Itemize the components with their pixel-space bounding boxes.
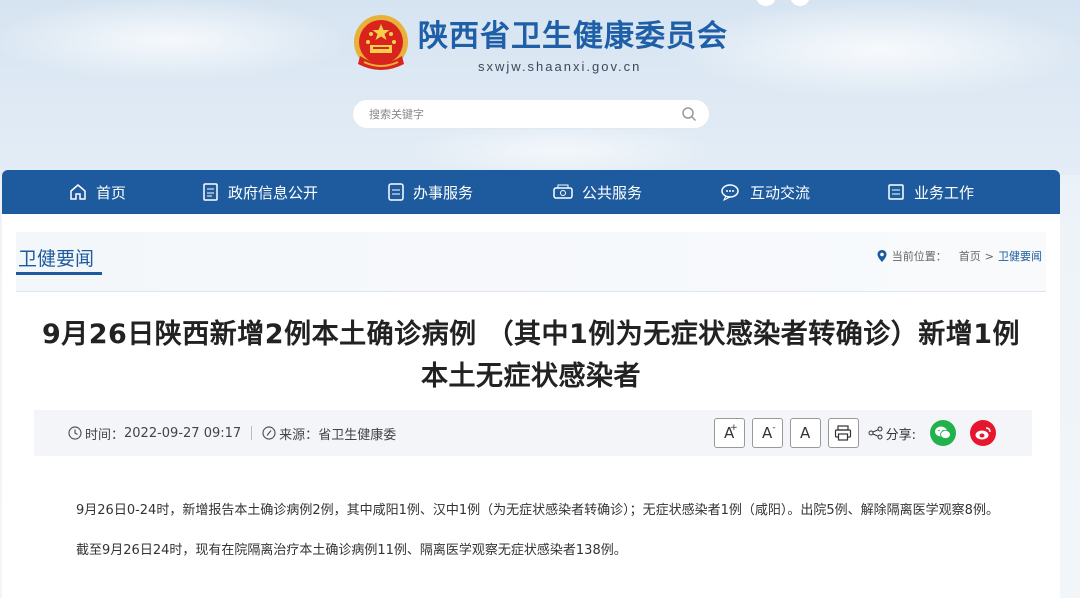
nav-label: 公共服务 [582, 183, 643, 202]
weibo-icon [975, 427, 991, 440]
nav-item-interaction[interactable]: 互动交流 [720, 170, 810, 214]
font-size-increase-button[interactable]: A + [713, 418, 745, 448]
top-decoration [756, 0, 810, 6]
breadcrumb-current-link[interactable]: 卫健要闻 [998, 248, 1042, 264]
breadcrumb-prefix: 当前位置： [891, 250, 947, 263]
font-size-decrease-button[interactable]: A- [751, 418, 783, 448]
nav-label: 互动交流 [750, 183, 811, 202]
time-label: 时间： [85, 427, 125, 443]
source-value: 省卫生健康委 [318, 427, 397, 443]
location-pin-icon [877, 250, 887, 262]
article-paragraph: 9月26日0-24时，新增报告本土确诊病例2例，其中咸阳1例、汉中1例（为无症状… [76, 503, 999, 518]
section-title-underline [16, 272, 102, 275]
breadcrumb-home-link[interactable]: 首页 [959, 248, 981, 264]
nav-label: 业务工作 [914, 183, 975, 202]
share-wechat-button[interactable] [930, 420, 956, 446]
printer-icon [835, 425, 852, 441]
publish-time: 时间： 2022-09-27 09:17 [68, 424, 241, 443]
service-icon [388, 183, 404, 201]
article-paragraph: 截至9月26日24时，现有在院隔离治疗本土确诊病例11例、隔离医学观察无症状感染… [76, 543, 627, 558]
section-title: 卫健要闻 [18, 248, 95, 270]
site-domain: sxwjw.shaanxi.gov.cn [478, 58, 642, 74]
share-section: 分享: [868, 424, 916, 443]
nav-label: 首页 [96, 183, 127, 202]
share-weibo-button[interactable] [970, 420, 996, 446]
share-icon [868, 426, 883, 440]
search-icon[interactable] [681, 106, 697, 122]
site-title: 陕西省卫生健康委员会 [418, 18, 728, 54]
main-nav: 首页 政府信息公开 办事服务 公共服务 互动交流 业务工作 [2, 170, 1060, 214]
article-tools: A + A- A 分享: [713, 418, 1010, 448]
nav-item-business[interactable]: 业务工作 [886, 170, 974, 214]
nav-item-public-services[interactable]: 公共服务 [552, 170, 642, 214]
nav-label: 办事服务 [413, 183, 474, 202]
chat-icon [721, 184, 739, 202]
public-service-icon [553, 184, 573, 199]
nav-item-services[interactable]: 办事服务 [387, 170, 473, 214]
clock-icon [68, 426, 82, 440]
article-title: 9月26日陕西新增2例本土确诊病例 （其中1例为无症状感染者转确诊）新增1例本土… [41, 319, 1021, 392]
site-logo[interactable]: 陕西省卫生健康委员会 sxwjw.shaanxi.gov.cn [350, 12, 728, 78]
share-label: 分享: [885, 427, 916, 443]
wechat-icon [935, 426, 951, 439]
national-emblem-icon [350, 12, 412, 78]
breadcrumb: 当前位置： 首页 > 卫健要闻 [876, 248, 1042, 264]
nav-item-gov-info[interactable]: 政府信息公开 [202, 170, 318, 214]
print-button[interactable] [827, 418, 859, 448]
breadcrumb-separator: > [984, 249, 994, 263]
edit-icon [262, 426, 276, 440]
time-value: 2022-09-27 09:17 [124, 425, 242, 441]
article-source: 来源： 省卫生健康委 [262, 424, 396, 443]
search-box [352, 99, 710, 129]
content-panel: 卫健要闻 当前位置： 首页 > 卫健要闻 9月26日陕西新增2例本土确诊病例 （… [2, 214, 1060, 598]
work-icon [888, 184, 904, 200]
nav-item-home[interactable]: 首页 [68, 170, 126, 214]
font-size-reset-button[interactable]: A [789, 418, 821, 448]
document-icon [203, 183, 218, 201]
source-label: 来源： [279, 427, 319, 443]
meta-divider [251, 426, 253, 440]
article-meta-bar: 时间： 2022-09-27 09:17 来源： 省卫生健康委 A + A- A … [34, 410, 1032, 456]
nav-label: 政府信息公开 [228, 183, 319, 202]
search-input[interactable] [369, 107, 681, 121]
article-body: 9月26日0-24时，新增报告本土确诊病例2例，其中咸阳1例、汉中1例（为无症状… [48, 498, 1038, 578]
home-icon [70, 184, 86, 200]
